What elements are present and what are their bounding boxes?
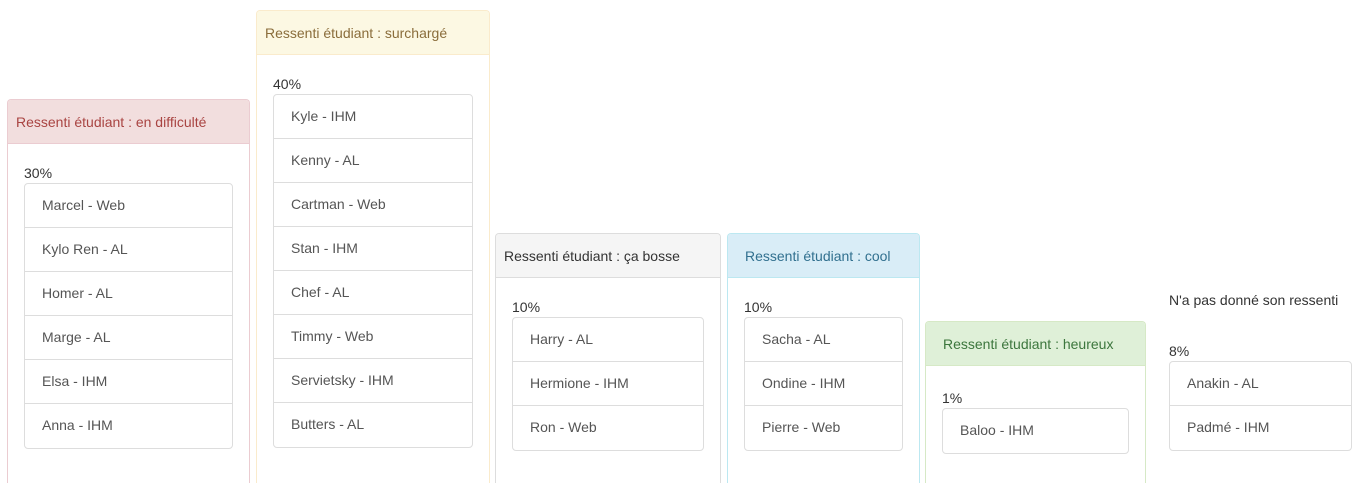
student-item[interactable]: Pierre - Web — [745, 406, 902, 450]
student-item[interactable]: Harry - AL — [513, 318, 703, 362]
student-item[interactable]: Anna - IHM — [25, 404, 232, 448]
column-percentage: 10% — [512, 299, 541, 315]
column-title: N'a pas donné son ressenti — [1169, 292, 1339, 308]
column-ca-bosse: Ressenti étudiant : ça bosse 10% Harry -… — [495, 233, 721, 483]
student-item[interactable]: Elsa - IHM — [25, 360, 232, 404]
column-percentage: 30% — [24, 165, 53, 181]
student-item[interactable]: Ondine - IHM — [745, 362, 902, 406]
student-list: Sacha - AL Ondine - IHM Pierre - Web — [744, 317, 903, 451]
student-list: Marcel - Web Kylo Ren - AL Homer - AL Ma… — [24, 183, 233, 449]
column-percentage: 40% — [273, 76, 302, 92]
student-item[interactable]: Ron - Web — [513, 406, 703, 450]
student-item[interactable]: Baloo - IHM — [943, 409, 1128, 453]
student-item[interactable]: Stan - IHM — [274, 227, 472, 271]
student-item[interactable]: Servietsky - IHM — [274, 359, 472, 403]
column-title: Ressenti étudiant : surchargé — [257, 11, 489, 55]
student-item[interactable]: Anakin - AL — [1170, 362, 1351, 406]
student-item[interactable]: Padmé - IHM — [1170, 406, 1351, 450]
column-title: Ressenti étudiant : cool — [728, 234, 919, 278]
column-cool: Ressenti étudiant : cool 10% Sacha - AL … — [727, 233, 920, 483]
student-list: Kyle - IHM Kenny - AL Cartman - Web Stan… — [273, 94, 473, 448]
student-item[interactable]: Timmy - Web — [274, 315, 472, 359]
column-title: Ressenti étudiant : ça bosse — [496, 234, 720, 278]
student-list: Anakin - AL Padmé - IHM — [1169, 361, 1352, 451]
student-item[interactable]: Kylo Ren - AL — [25, 228, 232, 272]
student-item[interactable]: Cartman - Web — [274, 183, 472, 227]
column-percentage: 1% — [942, 390, 963, 406]
student-item[interactable]: Homer - AL — [25, 272, 232, 316]
column-percentage: 8% — [1169, 343, 1190, 359]
student-item[interactable]: Kenny - AL — [274, 139, 472, 183]
student-item[interactable]: Marcel - Web — [25, 184, 232, 228]
student-list: Baloo - IHM — [942, 408, 1129, 454]
student-item[interactable]: Chef - AL — [274, 271, 472, 315]
student-item[interactable]: Butters - AL — [274, 403, 472, 447]
column-title: Ressenti étudiant : heureux — [926, 322, 1145, 366]
student-item[interactable]: Hermione - IHM — [513, 362, 703, 406]
column-title: Ressenti étudiant : en difficulté — [8, 100, 249, 144]
student-item[interactable]: Sacha - AL — [745, 318, 902, 362]
feelings-board: Ressenti étudiant : en difficulté 30% Ma… — [0, 0, 1369, 483]
column-en-difficulte: Ressenti étudiant : en difficulté 30% Ma… — [7, 99, 250, 483]
column-percentage: 10% — [744, 299, 773, 315]
column-heureux: Ressenti étudiant : heureux 1% Baloo - I… — [925, 321, 1146, 483]
student-list: Harry - AL Hermione - IHM Ron - Web — [512, 317, 704, 451]
student-item[interactable]: Kyle - IHM — [274, 95, 472, 139]
student-item[interactable]: Marge - AL — [25, 316, 232, 360]
column-surcharge: Ressenti étudiant : surchargé 40% Kyle -… — [256, 10, 490, 483]
column-sans-ressenti: N'a pas donné son ressenti 8% Anakin - A… — [1152, 277, 1369, 483]
